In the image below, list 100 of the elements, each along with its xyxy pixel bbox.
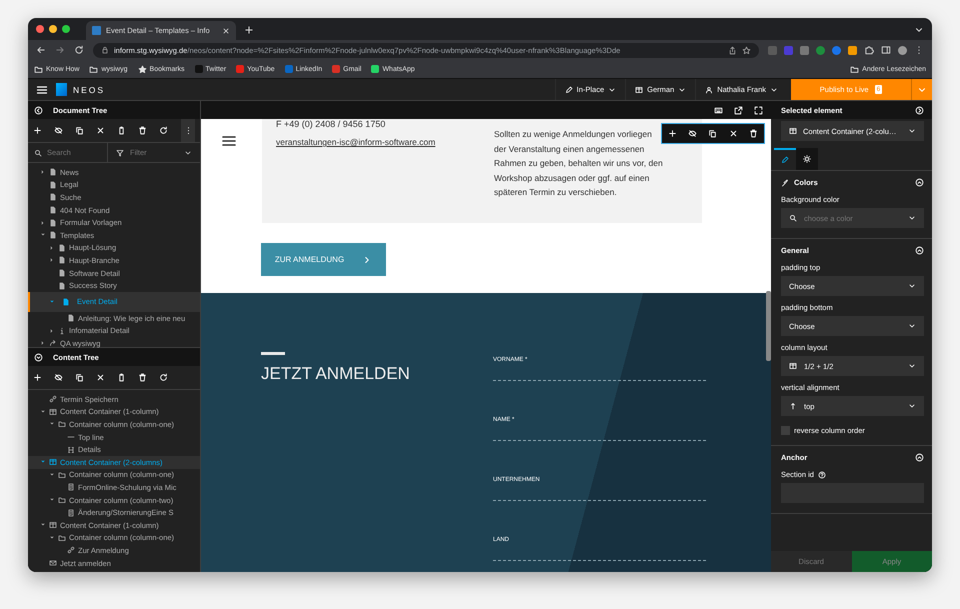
star-icon[interactable]	[742, 46, 751, 54]
filter-icon	[116, 148, 124, 156]
link-icon	[67, 546, 75, 554]
folder-icon	[58, 420, 66, 428]
cut-icon[interactable]	[728, 129, 738, 138]
brush-icon	[781, 178, 789, 186]
checkbox[interactable]	[781, 426, 790, 435]
copy-icon[interactable]	[75, 373, 84, 382]
chevron-down-icon	[908, 322, 916, 330]
fullscreen-icon[interactable]	[754, 106, 763, 114]
add-icon[interactable]	[668, 129, 677, 138]
chevron-down-icon	[908, 362, 916, 370]
caret-icon[interactable]	[40, 169, 46, 176]
site-icon	[284, 65, 293, 73]
logo-mark-icon	[56, 83, 67, 96]
document-icon	[67, 508, 75, 517]
accent-line	[261, 352, 285, 355]
columns-icon	[49, 458, 57, 466]
chevron-down-icon	[770, 86, 778, 94]
back-icon[interactable]	[36, 45, 46, 55]
add-icon[interactable]	[33, 373, 42, 382]
brand-name: NEOS	[73, 84, 106, 94]
site-icon	[194, 65, 203, 73]
register-button[interactable]: ZUR ANMELDUNG	[261, 243, 386, 276]
close-tab-icon[interactable]	[222, 26, 230, 34]
search-icon	[789, 214, 797, 222]
puzzle-icon[interactable]	[864, 45, 874, 55]
chevron-down-icon	[184, 148, 192, 156]
menu-icon[interactable]	[221, 133, 237, 149]
external-link-icon[interactable]	[734, 106, 743, 114]
site-icon	[236, 65, 244, 73]
delete-icon[interactable]	[138, 373, 147, 382]
hide-icon[interactable]	[54, 126, 63, 135]
chevron-down-icon	[608, 86, 616, 94]
close-window-button[interactable]	[36, 25, 44, 33]
gear-icon	[803, 155, 811, 163]
heading-icon	[67, 446, 75, 454]
chevron-down-icon	[908, 127, 916, 135]
collapse-icon	[915, 246, 924, 255]
collapse-panel-icon[interactable]	[34, 106, 43, 114]
hide-icon[interactable]	[54, 373, 63, 382]
pencil-icon	[781, 156, 789, 164]
site-icon	[332, 65, 340, 73]
chevron-down-icon	[908, 282, 916, 290]
paste-icon[interactable]	[117, 373, 126, 382]
paste-icon[interactable]	[117, 126, 126, 135]
chevron-down-icon	[908, 402, 916, 410]
delete-icon[interactable]	[138, 126, 147, 135]
cut-icon[interactable]	[96, 373, 105, 382]
share-icon[interactable]	[728, 46, 737, 54]
folder-icon	[58, 470, 66, 479]
side-panel-icon[interactable]	[881, 45, 891, 55]
shortcut-arrow-icon	[49, 339, 57, 348]
caret-icon[interactable]	[49, 298, 55, 305]
collapse-icon	[915, 453, 924, 462]
chevron-down-icon	[678, 86, 686, 94]
collapse-icon	[915, 178, 924, 187]
new-tab-icon[interactable]	[244, 25, 254, 35]
folder-icon	[850, 64, 860, 74]
cut-icon[interactable]	[96, 126, 105, 135]
collapse-panel-icon[interactable]	[34, 352, 43, 362]
copy-icon[interactable]	[75, 126, 84, 135]
minimize-window-button[interactable]	[49, 25, 57, 33]
keyboard-icon[interactable]	[714, 106, 723, 114]
arrow-up-icon	[789, 402, 797, 410]
refresh-icon[interactable]	[159, 373, 168, 382]
refresh-icon[interactable]	[159, 126, 168, 135]
help-icon[interactable]	[818, 470, 826, 478]
envelope-icon	[49, 559, 57, 568]
info-icon	[58, 326, 66, 335]
settings-tab[interactable]	[796, 148, 818, 170]
columns-icon	[49, 521, 57, 530]
email-link[interactable]: veranstaltungen-isc@inform-software.com	[276, 137, 476, 147]
add-icon[interactable]	[33, 126, 42, 135]
link-icon	[49, 395, 57, 404]
document-icon	[67, 483, 75, 492]
section-heading: JETZT ANMELDEN	[261, 364, 411, 384]
user-icon	[705, 86, 714, 94]
notice-text: Sollten zu wenige Anmeldungen vorliegen der Veranstaltung einen angemessenen Rahmen zu geben, behalten wir uns vor, den Workshop abzusagen oder ggf. auf einen späteren Termin zu verschieben.	[494, 128, 664, 199]
avatar-icon[interactable]	[898, 46, 907, 54]
pencil-icon	[564, 86, 573, 94]
forward-icon[interactable]	[55, 45, 65, 55]
scrollbar-thumb[interactable]	[766, 291, 771, 361]
lock-icon	[101, 46, 109, 54]
columns-icon	[49, 408, 57, 416]
menu-icon[interactable]	[36, 84, 48, 96]
collapse-panel-icon[interactable]	[915, 106, 924, 114]
delete-icon[interactable]	[749, 129, 758, 138]
hide-icon[interactable]	[688, 129, 698, 138]
copy-icon[interactable]	[708, 129, 718, 138]
columns-icon	[789, 362, 797, 370]
folder-icon	[34, 64, 43, 74]
chevron-down-icon	[908, 214, 916, 222]
reload-icon[interactable]	[74, 45, 84, 55]
folder-icon	[58, 496, 66, 504]
phone-number: F +49 (0) 2408 / 9456 1750	[276, 119, 386, 129]
folder-icon	[58, 534, 66, 542]
zoom-window-button[interactable]	[62, 25, 70, 33]
columns-icon	[789, 127, 797, 135]
site-icon	[371, 65, 380, 73]
